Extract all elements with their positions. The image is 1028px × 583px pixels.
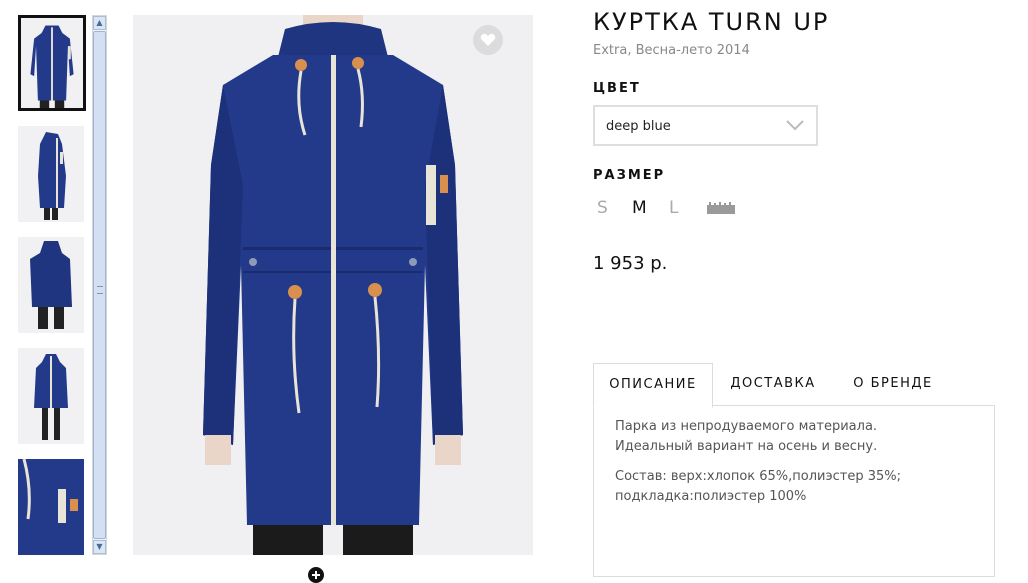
color-label: ЦВЕТ xyxy=(593,81,641,96)
color-dropdown[interactable]: deep blue xyxy=(593,105,818,146)
product-price: 1 953 р. xyxy=(593,253,668,274)
size-option-s[interactable]: S xyxy=(597,198,608,218)
scroll-down-arrow-icon[interactable]: ▼ xyxy=(93,540,106,554)
thumbnail-full-length[interactable] xyxy=(18,348,84,444)
thumbnail-scrollbar[interactable]: ▲ ▼ xyxy=(92,15,107,555)
product-title: КУРТКА TURN UP xyxy=(593,8,830,36)
color-dropdown-value: deep blue xyxy=(606,119,671,134)
size-label: РАЗМЕР xyxy=(593,168,666,183)
size-option-m[interactable]: M xyxy=(632,198,647,218)
tab-description[interactable]: ОПИСАНИЕ xyxy=(593,363,713,408)
thumbnail-front[interactable] xyxy=(18,15,86,111)
favorite-button[interactable] xyxy=(473,25,503,55)
product-tabs: ОПИСАНИЕ ДОСТАВКА О БРЕНДЕ xyxy=(593,363,995,408)
chevron-down-icon xyxy=(786,120,804,131)
composition-text: Состав: верх:хлопок 65%,полиэстер 35%; п… xyxy=(615,469,902,504)
description-text: Парка из непродуваемого материала. Идеал… xyxy=(615,419,878,454)
tab-brand[interactable]: О БРЕНДЕ xyxy=(833,363,953,406)
thumbnail-gallery xyxy=(18,15,88,570)
tab-delivery[interactable]: ДОСТАВКА xyxy=(713,363,833,406)
thumbnail-back[interactable] xyxy=(18,237,84,333)
product-subtitle: Extra, Весна-лето 2014 xyxy=(593,43,750,58)
thumbnail-side[interactable] xyxy=(18,126,84,222)
ruler-icon[interactable] xyxy=(707,202,735,214)
main-product-image[interactable] xyxy=(133,15,533,555)
scrollbar-thumb[interactable] xyxy=(93,31,106,539)
size-option-l[interactable]: L xyxy=(669,198,678,218)
thumbnail-detail[interactable] xyxy=(18,459,84,555)
tab-panel-description: Парка из непродуваемого материала. Идеал… xyxy=(593,405,995,577)
heart-icon xyxy=(480,33,496,46)
scroll-up-arrow-icon[interactable]: ▲ xyxy=(93,16,106,30)
